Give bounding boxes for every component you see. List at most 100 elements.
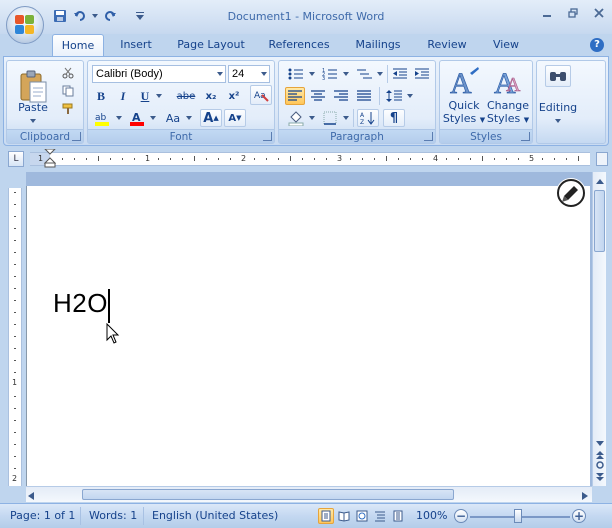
zoom-slider-thumb[interactable]: [514, 509, 522, 523]
editing-button[interactable]: [545, 65, 571, 87]
scroll-right-icon[interactable]: [582, 490, 588, 503]
numbering-button[interactable]: 123: [319, 65, 341, 83]
grow-font-button[interactable]: A ▲: [200, 109, 222, 127]
borders-dropdown-icon[interactable]: [342, 109, 350, 127]
shading-dropdown-icon[interactable]: [308, 109, 316, 127]
page-count[interactable]: Page: 1 of 1: [10, 509, 75, 522]
numbering-dropdown-icon[interactable]: [342, 65, 350, 83]
multilevel-list-button[interactable]: [353, 65, 375, 83]
status-separator: [143, 507, 144, 525]
horizontal-scroll-thumb[interactable]: [82, 489, 454, 500]
office-button[interactable]: [6, 6, 44, 44]
vertical-ruler[interactable]: 1 2: [8, 188, 22, 486]
indent-marker-icon[interactable]: [44, 149, 56, 169]
horizontal-ruler[interactable]: 1 1 2 3 4 5: [30, 149, 590, 169]
zoom-out-button[interactable]: −: [454, 509, 468, 523]
change-case-button[interactable]: Aa: [162, 109, 184, 127]
bullets-dropdown-icon[interactable]: [308, 65, 316, 83]
align-right-button[interactable]: [331, 87, 351, 105]
cut-button[interactable]: [59, 65, 77, 81]
help-icon[interactable]: ?: [590, 38, 604, 52]
multilevel-dropdown-icon[interactable]: [376, 65, 384, 83]
strikethrough-button[interactable]: abe: [174, 87, 198, 105]
restore-icon[interactable]: [566, 6, 580, 20]
show-marks-button[interactable]: ¶: [383, 109, 405, 127]
highlight-dropdown-icon[interactable]: [115, 109, 123, 127]
font-size-combo[interactable]: 24: [228, 65, 270, 83]
tab-view[interactable]: View: [484, 34, 528, 56]
underline-button[interactable]: U: [136, 87, 154, 105]
editing-dropdown-icon[interactable]: [537, 114, 579, 127]
font-size-dropdown-icon[interactable]: [261, 72, 267, 76]
font-name-combo[interactable]: Calibri (Body): [92, 65, 226, 83]
draft-view-icon[interactable]: [390, 508, 406, 524]
change-styles-button[interactable]: A A: [488, 63, 528, 99]
ruler-tick: [62, 158, 63, 160]
quick-styles-button[interactable]: A: [444, 63, 484, 99]
clipboard-launcher-icon[interactable]: [72, 132, 81, 141]
word-count[interactable]: Words: 1: [89, 509, 137, 522]
align-center-button[interactable]: [308, 87, 328, 105]
change-styles-dropdown-icon[interactable]: ▼: [524, 116, 529, 124]
tab-mailings[interactable]: Mailings: [348, 34, 408, 56]
horizontal-scrollbar[interactable]: [26, 486, 592, 502]
bold-button[interactable]: B: [92, 87, 110, 105]
styles-launcher-icon[interactable]: [521, 132, 530, 141]
italic-button[interactable]: I: [114, 87, 132, 105]
scroll-up-icon[interactable]: [593, 174, 606, 188]
tab-home[interactable]: Home: [52, 34, 104, 56]
borders-button[interactable]: [319, 109, 341, 127]
font-launcher-icon[interactable]: [263, 132, 272, 141]
format-painter-button[interactable]: [59, 101, 77, 117]
tab-references[interactable]: References: [262, 34, 336, 56]
paste-dropdown-icon[interactable]: [11, 114, 55, 127]
document-text[interactable]: H2O: [53, 288, 108, 319]
tab-page-layout[interactable]: Page Layout: [172, 34, 250, 56]
quick-styles-dropdown-icon[interactable]: ▼: [480, 116, 485, 124]
shading-button[interactable]: [285, 109, 307, 127]
ruler-tick: [542, 158, 543, 160]
bullets-button[interactable]: [285, 65, 307, 83]
highlight-button[interactable]: ab: [92, 109, 114, 127]
zoom-level[interactable]: 100%: [416, 509, 447, 522]
justify-button[interactable]: [354, 87, 374, 105]
copy-button[interactable]: [59, 83, 77, 99]
subscript-button[interactable]: x₂: [201, 87, 221, 105]
vertical-ruler-tick: [14, 252, 16, 253]
vertical-scrollbar[interactable]: [592, 172, 606, 486]
font-color-dropdown-icon[interactable]: [149, 109, 157, 127]
language-status[interactable]: English (United States): [152, 509, 278, 522]
font-color-button[interactable]: A: [126, 109, 148, 127]
clear-formatting-button[interactable]: Aa: [250, 85, 272, 105]
tab-selector-button[interactable]: L: [8, 151, 24, 167]
paragraph-launcher-icon[interactable]: [424, 132, 433, 141]
change-case-dropdown-icon[interactable]: [185, 109, 193, 127]
line-spacing-button[interactable]: [383, 87, 405, 105]
decrease-indent-button[interactable]: [390, 65, 410, 83]
tab-insert[interactable]: Insert: [112, 34, 160, 56]
increase-indent-button[interactable]: [412, 65, 432, 83]
ink-pen-icon[interactable]: [556, 178, 586, 208]
outline-view-icon[interactable]: [372, 508, 388, 524]
shrink-font-button[interactable]: A ▼: [224, 109, 246, 127]
minimize-icon[interactable]: [540, 6, 554, 20]
editing-label: Editing: [538, 101, 578, 114]
vertical-scroll-thumb[interactable]: [594, 190, 605, 252]
underline-dropdown-icon[interactable]: [155, 87, 163, 105]
ruler-tick: [350, 158, 351, 160]
superscript-button[interactable]: x²: [224, 87, 244, 105]
align-left-button[interactable]: [285, 87, 305, 105]
zoom-in-button[interactable]: +: [572, 509, 586, 523]
scroll-left-icon[interactable]: [28, 490, 34, 503]
view-ruler-icon[interactable]: [596, 152, 608, 166]
next-page-icon[interactable]: [593, 470, 606, 484]
close-icon[interactable]: [592, 6, 606, 20]
vertical-ruler-number: 2: [12, 474, 18, 483]
line-spacing-dropdown-icon[interactable]: [406, 87, 414, 105]
print-layout-view-icon[interactable]: [318, 508, 334, 524]
sort-button[interactable]: AZ: [357, 109, 379, 127]
font-name-dropdown-icon[interactable]: [217, 72, 223, 76]
web-layout-view-icon[interactable]: [354, 508, 370, 524]
full-screen-reading-view-icon[interactable]: [336, 508, 352, 524]
tab-review[interactable]: Review: [420, 34, 474, 56]
